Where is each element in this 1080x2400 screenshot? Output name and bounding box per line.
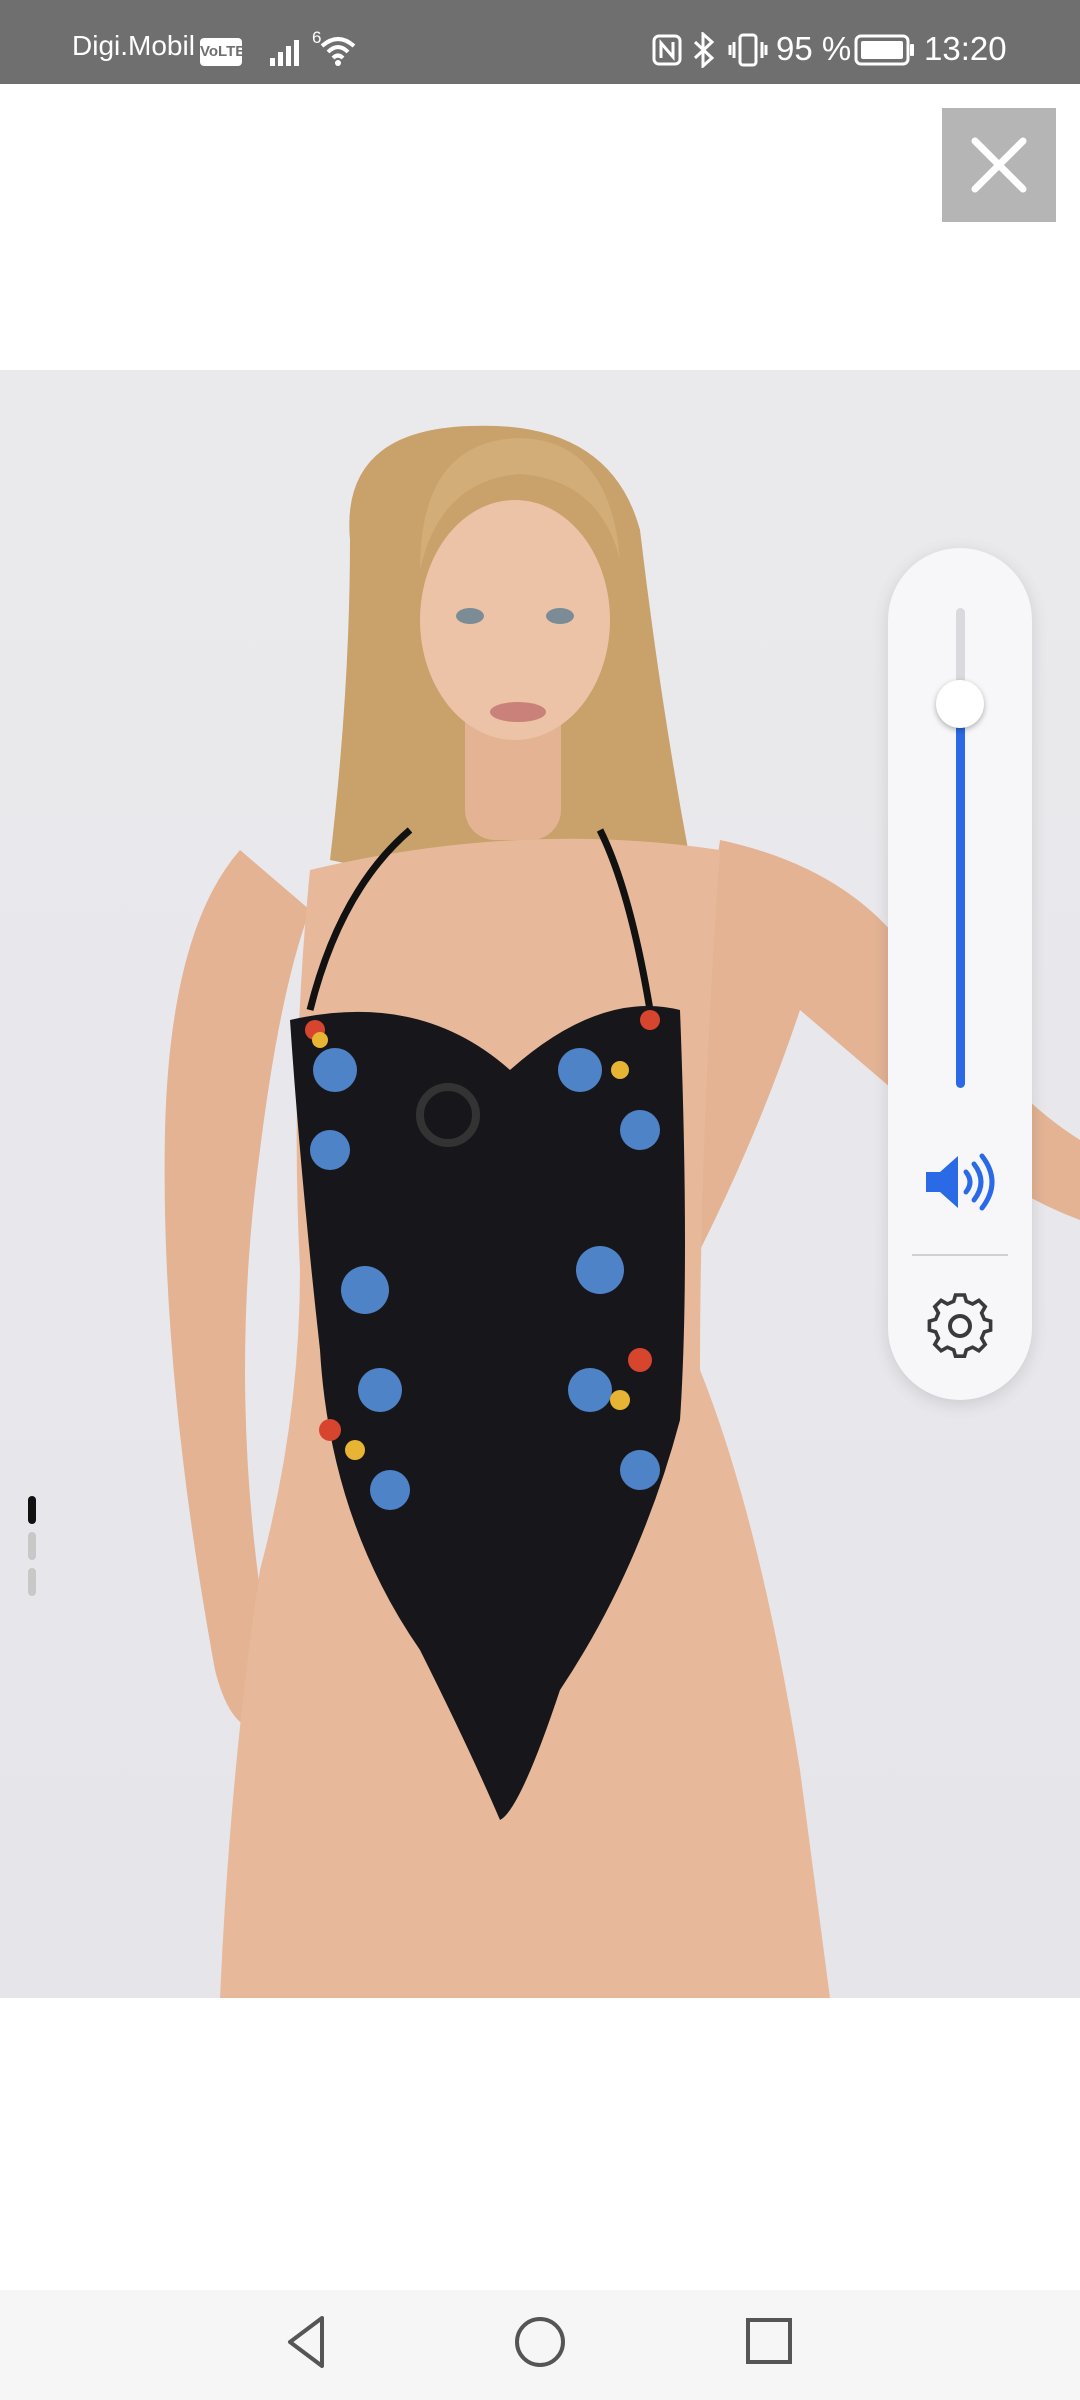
page-dot — [28, 1532, 36, 1560]
speaker-icon[interactable] — [922, 1152, 998, 1212]
vibrate-icon — [728, 33, 768, 67]
signal-icon — [270, 40, 299, 66]
home-icon[interactable] — [508, 2310, 572, 2374]
volume-panel — [888, 548, 1032, 1400]
gallery-page-indicator — [28, 1496, 38, 1604]
volte-badge: VoLTE — [200, 38, 245, 66]
back-icon[interactable] — [278, 2310, 338, 2374]
battery-percent: 95 % — [776, 30, 852, 67]
close-button[interactable] — [942, 108, 1056, 222]
panel-divider — [912, 1254, 1008, 1256]
wifi-icon — [320, 37, 356, 66]
close-icon — [971, 137, 1027, 193]
page-dot — [28, 1568, 36, 1596]
volume-slider-fill — [956, 704, 965, 1088]
carrier-name: Digi.Mobil — [72, 30, 195, 61]
bluetooth-icon — [693, 32, 715, 68]
clock: 13:20 — [924, 30, 1007, 67]
navigation-bar — [0, 2290, 1080, 2400]
gear-icon[interactable] — [926, 1292, 994, 1360]
battery-icon — [854, 34, 914, 66]
nfc-icon — [652, 34, 682, 66]
volume-slider-thumb[interactable] — [936, 680, 984, 728]
page-dot — [28, 1496, 36, 1524]
status-bar: Digi.Mobil VoLTE 6 95 % 13:20 — [0, 0, 1080, 84]
recents-icon[interactable] — [740, 2310, 800, 2374]
